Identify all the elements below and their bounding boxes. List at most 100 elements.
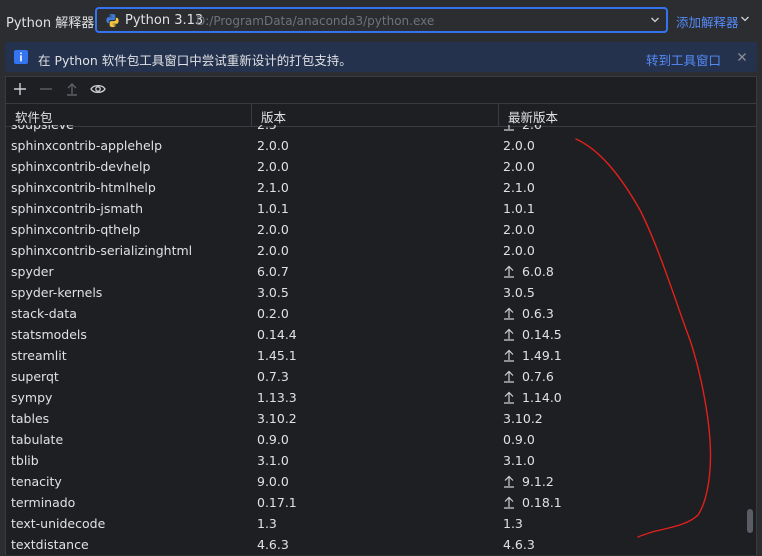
package-name: tabulate	[11, 432, 64, 447]
column-divider[interactable]	[498, 104, 499, 126]
package-version: 0.2.0	[257, 306, 289, 321]
table-row[interactable]: sympy 1.13.3 1.14.0	[6, 387, 756, 408]
table-row[interactable]: textdistance 4.6.3 4.6.3	[6, 534, 756, 555]
package-latest-version: 4.6.3	[503, 537, 535, 552]
table-row[interactable]: terminado 0.17.1 0.18.1	[6, 492, 756, 513]
package-latest-version: 1.3	[503, 516, 523, 531]
table-row[interactable]: sphinxcontrib-applehelp 2.0.0 2.0.0	[6, 135, 756, 156]
interpreter-bar: Python 解释器: Python 3.13 D:/ProgramData/a…	[0, 0, 762, 42]
python-icon	[106, 13, 119, 28]
packages-toolbar	[6, 77, 756, 101]
table-row[interactable]: spyder-kernels 3.0.5 3.0.5	[6, 282, 756, 303]
close-icon[interactable]	[735, 50, 749, 64]
upgrade-arrow-icon	[504, 349, 514, 362]
package-latest-version: 0.14.5	[503, 327, 562, 342]
package-latest-version: 3.0.5	[503, 285, 535, 300]
column-divider[interactable]	[251, 104, 252, 126]
package-version: 0.7.3	[257, 369, 289, 384]
column-header-package[interactable]: 软件包	[15, 107, 53, 126]
minus-icon[interactable]	[38, 81, 54, 97]
latest-version-text: 2.0.0	[503, 243, 535, 258]
package-name: sphinxcontrib-applehelp	[11, 138, 163, 153]
upgrade-arrow-icon	[504, 475, 514, 488]
column-header-latest-version[interactable]: 最新版本	[508, 107, 558, 126]
package-latest-version: 3.10.2	[503, 411, 543, 426]
scrollbar-thumb[interactable]	[747, 509, 753, 533]
latest-version-text: 3.0.5	[503, 285, 535, 300]
package-version: 9.0.0	[257, 474, 289, 489]
package-version: 3.0.5	[257, 285, 289, 300]
package-version: 2.0.0	[257, 243, 289, 258]
package-version: 1.13.3	[257, 390, 297, 405]
table-row[interactable]: superqt 0.7.3 0.7.6	[6, 366, 756, 387]
latest-version-text: 9.1.2	[522, 474, 554, 489]
table-row[interactable]: tblib 3.1.0 3.1.0	[6, 450, 756, 471]
package-latest-version: 2.0.0	[503, 243, 535, 258]
upgrade-arrow-icon	[504, 265, 514, 278]
table-row[interactable]: statsmodels 0.14.4 0.14.5	[6, 324, 756, 345]
package-version: 1.3	[257, 516, 277, 531]
package-version: 0.9.0	[257, 432, 289, 447]
table-row[interactable]: sphinxcontrib-serializinghtml 2.0.0 2.0.0	[6, 240, 756, 261]
upgrade-arrow-icon	[504, 125, 514, 131]
latest-version-text: 2.1.0	[503, 180, 535, 195]
column-header-version[interactable]: 版本	[261, 107, 286, 126]
table-row[interactable]: sphinxcontrib-qthelp 2.0.0 2.0.0	[6, 219, 756, 240]
latest-version-text: 6.0.8	[522, 264, 554, 279]
upgrade-arrow-icon	[504, 391, 514, 404]
latest-version-text: 4.6.3	[503, 537, 535, 552]
package-latest-version: 0.6.3	[503, 306, 554, 321]
eye-icon[interactable]	[90, 81, 106, 97]
chevron-down-icon[interactable]	[740, 15, 750, 23]
table-row[interactable]: sphinxcontrib-jsmath 1.0.1 1.0.1	[6, 198, 756, 219]
table-row[interactable]: spyder 6.0.7 6.0.8	[6, 261, 756, 282]
latest-version-text: 0.7.6	[522, 369, 554, 384]
package-version: 2.0.0	[257, 138, 289, 153]
package-name: sphinxcontrib-jsmath	[11, 201, 143, 216]
package-latest-version: 2.0.0	[503, 159, 535, 174]
table-row[interactable]: tables 3.10.2 3.10.2	[6, 408, 756, 429]
package-name: terminado	[11, 495, 76, 510]
package-latest-version: 2.1.0	[503, 180, 535, 195]
latest-version-text: 1.49.1	[522, 348, 562, 363]
package-name: soupsieve	[11, 125, 74, 132]
table-row[interactable]: tabulate 0.9.0 0.9.0	[6, 429, 756, 450]
package-version: 3.1.0	[257, 453, 289, 468]
latest-version-text: 3.10.2	[503, 411, 543, 426]
latest-version-text: 2.0.0	[503, 138, 535, 153]
package-name: tables	[11, 411, 50, 426]
upgrade-icon[interactable]	[64, 81, 80, 97]
latest-version-text: 0.14.5	[522, 327, 562, 342]
table-row[interactable]: text-unidecode 1.3 1.3	[6, 513, 756, 534]
latest-version-text: 2.0.0	[503, 159, 535, 174]
latest-version-text: 0.6.3	[522, 306, 554, 321]
upgrade-arrow-icon	[504, 307, 514, 320]
go-to-tool-window-link[interactable]: 转到工具窗口	[646, 50, 721, 69]
package-name: superqt	[11, 369, 59, 384]
latest-version-text: 1.0.1	[503, 201, 535, 216]
table-row[interactable]: stack-data 0.2.0 0.6.3	[6, 303, 756, 324]
package-name: tenacity	[11, 474, 62, 489]
package-version: 1.0.1	[257, 201, 289, 216]
package-latest-version: 2.0.0	[503, 138, 535, 153]
package-name: sphinxcontrib-serializinghtml	[11, 243, 193, 258]
package-name: sympy	[11, 390, 53, 405]
add-interpreter-link[interactable]: 添加解释器	[676, 12, 739, 31]
table-row[interactable]: sphinxcontrib-htmlhelp 2.1.0 2.1.0	[6, 177, 756, 198]
table-row[interactable]: streamlit 1.45.1 1.49.1	[6, 345, 756, 366]
package-latest-version: 3.1.0	[503, 453, 535, 468]
package-name: textdistance	[11, 537, 89, 552]
interpreter-dropdown[interactable]: Python 3.13 D:/ProgramData/anaconda3/pyt…	[95, 7, 668, 33]
plus-icon[interactable]	[12, 81, 28, 97]
package-latest-version: 0.18.1	[503, 495, 562, 510]
table-row[interactable]: sphinxcontrib-devhelp 2.0.0 2.0.0	[6, 156, 756, 177]
interpreter-name: Python 3.13	[125, 13, 204, 28]
table-row[interactable]: tenacity 9.0.0 9.1.2	[6, 471, 756, 492]
banner-text: 在 Python 软件包工具窗口中尝试重新设计的打包支持。	[38, 53, 352, 68]
info-icon	[14, 50, 28, 64]
latest-version-text: 2.6	[522, 125, 542, 132]
table-body: soupsieve 2.5 2.6 sphinxcontrib-applehelp 2.…	[6, 125, 756, 555]
table-row[interactable]: soupsieve 2.5 2.6	[6, 125, 756, 135]
package-latest-version: 6.0.8	[503, 264, 554, 279]
package-latest-version: 1.14.0	[503, 390, 562, 405]
